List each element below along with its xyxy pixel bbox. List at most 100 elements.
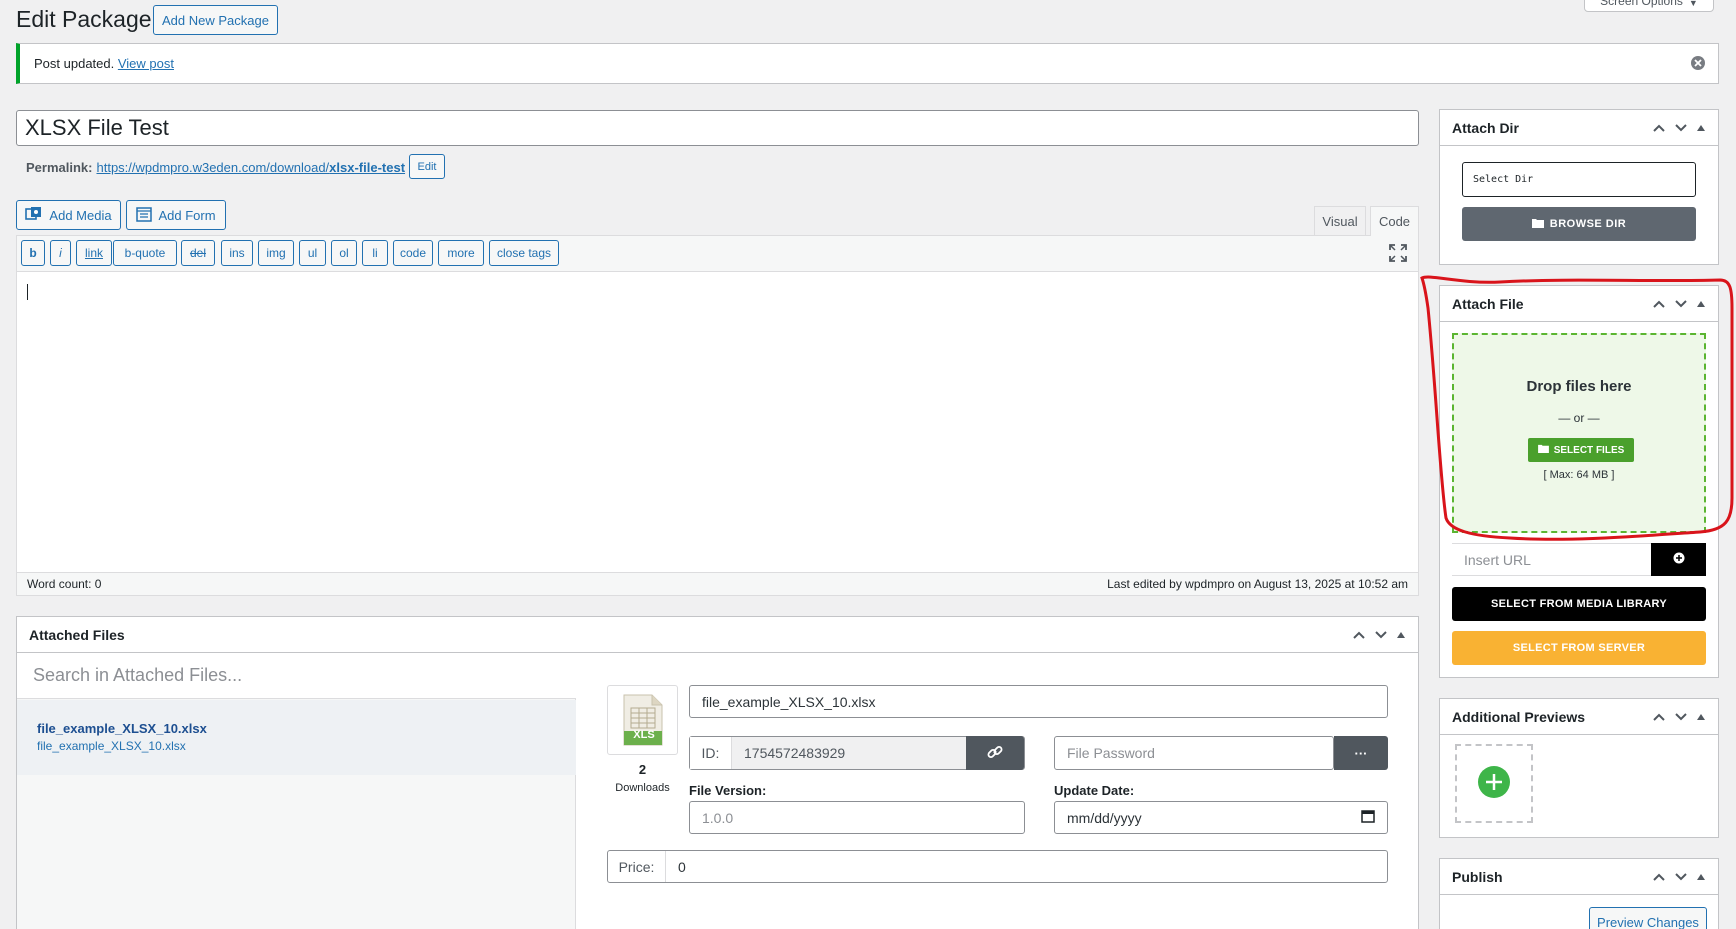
additional-previews-title: Additional Previews: [1452, 708, 1586, 725]
update-date-label: Update Date:: [1054, 783, 1135, 798]
permalink-label: Permalink:: [26, 159, 93, 175]
file-title-input[interactable]: file_example_XLSX_10.xlsx: [689, 685, 1388, 718]
quicktag-b-button[interactable]: b: [21, 240, 45, 266]
copy-link-button[interactable]: [966, 736, 1024, 770]
annotation-outline: [1420, 275, 1734, 541]
add-media-label: Add Media: [49, 207, 112, 223]
attach-dir-title: Attach Dir: [1452, 119, 1519, 136]
add-new-package-button[interactable]: Add New Package: [153, 5, 278, 35]
post-title-input[interactable]: XLSX File Test: [16, 110, 1419, 146]
attached-search-placeholder: Search in Attached Files...: [33, 665, 243, 685]
select-from-server-button[interactable]: SELECT FROM SERVER: [1452, 631, 1706, 665]
plus-circle-icon: [1477, 765, 1511, 802]
attached-files-title: Attached Files: [29, 626, 125, 643]
view-post-link[interactable]: View post: [118, 56, 174, 71]
permalink-row: Permalink: https://wpdmpro.w3eden.com/do…: [26, 158, 405, 176]
insert-url-placeholder: Insert URL: [1464, 551, 1531, 568]
select-dir-placeholder: Select Dir: [1473, 174, 1534, 185]
page-title: Edit Package: [16, 6, 152, 32]
tab-code[interactable]: Code: [1370, 206, 1419, 236]
chevron-down-icon[interactable]: [1374, 628, 1388, 642]
caret-down-icon: ▼: [1688, 0, 1698, 8]
quicktag-close-tags-button[interactable]: close tags: [489, 240, 559, 266]
text-cursor: [27, 284, 28, 300]
quicktag-code-button[interactable]: code: [393, 240, 433, 266]
chevron-up-icon[interactable]: [1652, 121, 1666, 135]
last-edited: Last edited by wpdmpro on August 13, 202…: [1107, 577, 1408, 591]
triangle-up-icon[interactable]: [1696, 123, 1706, 133]
chevron-down-icon[interactable]: [1674, 870, 1688, 884]
quicktag-del-button[interactable]: del: [181, 240, 215, 266]
publish-title: Publish: [1452, 868, 1503, 885]
calendar-icon[interactable]: [1361, 809, 1375, 826]
file-password-input[interactable]: File Password: [1054, 736, 1334, 770]
file-thumbnail: [607, 685, 678, 755]
update-date-placeholder: mm/dd/yyyy: [1067, 809, 1142, 826]
chevron-up-icon[interactable]: [1652, 870, 1666, 884]
quicktag-link-button[interactable]: link: [76, 240, 112, 266]
file-version-input[interactable]: 1.0.0: [689, 801, 1025, 834]
dismiss-icon[interactable]: [1690, 55, 1706, 71]
add-preview-slot[interactable]: [1455, 744, 1533, 823]
add-media-button[interactable]: Add Media: [16, 200, 121, 230]
notice-text: Post updated.: [34, 56, 115, 71]
browse-dir-label: BROWSE DIR: [1549, 218, 1627, 230]
content-textarea[interactable]: [17, 272, 1418, 572]
file-title-value: file_example_XLSX_10.xlsx: [702, 693, 876, 710]
file-list-name: file_example_XLSX_10.xlsx: [37, 721, 207, 736]
triangle-up-icon[interactable]: [1396, 630, 1406, 640]
file-password-placeholder: File Password: [1067, 745, 1155, 761]
chevron-up-icon[interactable]: [1352, 628, 1366, 642]
triangle-up-icon[interactable]: [1696, 872, 1706, 882]
price-label: Price:: [608, 851, 666, 882]
chevron-down-icon[interactable]: [1674, 710, 1688, 724]
chevron-up-icon[interactable]: [1652, 710, 1666, 724]
id-value: 1754572483929: [744, 745, 846, 761]
file-type-label: XLS: [633, 729, 655, 741]
permalink-edit-button[interactable]: Edit: [409, 154, 445, 179]
downloads-count: 2: [638, 762, 647, 777]
chevron-down-icon[interactable]: [1674, 121, 1688, 135]
browse-dir-button[interactable]: BROWSE DIR: [1462, 207, 1696, 241]
screen-options-button[interactable]: Screen Options ▼: [1584, 0, 1714, 12]
permalink-base: https://wpdmpro.w3eden.com/download/: [96, 159, 330, 175]
plus-circle-icon: [1673, 552, 1685, 567]
update-date-input[interactable]: mm/dd/yyyy: [1054, 801, 1388, 834]
permalink-slug: xlsx-file-test: [329, 159, 406, 175]
id-label: ID:: [690, 737, 732, 769]
quicktag-li-button[interactable]: li: [362, 240, 388, 266]
add-form-button[interactable]: Add Form: [126, 200, 226, 230]
quicktag-ul-button[interactable]: ul: [299, 240, 326, 266]
fullscreen-icon[interactable]: [1389, 244, 1407, 262]
select-dir-input[interactable]: Select Dir: [1462, 162, 1696, 197]
permalink-link[interactable]: https://wpdmpro.w3eden.com/download/xlsx…: [96, 160, 405, 175]
price-value[interactable]: 0: [666, 859, 686, 875]
file-list-sub: file_example_XLSX_10.xlsx: [37, 739, 186, 753]
notice-updated: Post updated. View post: [16, 43, 1719, 84]
form-icon: [136, 206, 153, 225]
select-media-library-button[interactable]: SELECT FROM MEDIA LIBRARY: [1452, 587, 1706, 621]
file-version-placeholder: 1.0.0: [702, 809, 734, 826]
word-count: Word count: 0: [27, 577, 102, 591]
media-icon: [25, 206, 43, 225]
quicktag-b-quote-button[interactable]: b-quote: [113, 240, 177, 266]
price-field: Price: 0: [607, 850, 1388, 883]
add-form-label: Add Form: [158, 207, 216, 223]
quicktag-ol-button[interactable]: ol: [331, 240, 357, 266]
file-version-label: File Version:: [689, 783, 767, 798]
downloads-label: Downloads: [615, 782, 670, 794]
quicktag-i-button[interactable]: i: [50, 240, 71, 266]
tab-visual[interactable]: Visual: [1314, 206, 1366, 235]
file-list-item[interactable]: file_example_XLSX_10.xlsx file_example_X…: [17, 700, 576, 775]
attached-search-input[interactable]: Search in Attached Files...: [17, 653, 576, 699]
screen-options-label: Screen Options: [1600, 0, 1683, 8]
quicktag-ins-button[interactable]: ins: [221, 240, 253, 266]
quicktag-more-button[interactable]: more: [438, 240, 484, 266]
editor-status-bar: Word count: 0 Last edited by wpdmpro on …: [17, 572, 1418, 595]
quicktag-img-button[interactable]: img: [258, 240, 294, 266]
link-icon: [987, 744, 1003, 763]
folder-icon: [1531, 218, 1544, 231]
preview-changes-button[interactable]: Preview Changes: [1589, 907, 1707, 929]
generate-password-button[interactable]: ···: [1334, 736, 1388, 770]
triangle-up-icon[interactable]: [1696, 712, 1706, 722]
